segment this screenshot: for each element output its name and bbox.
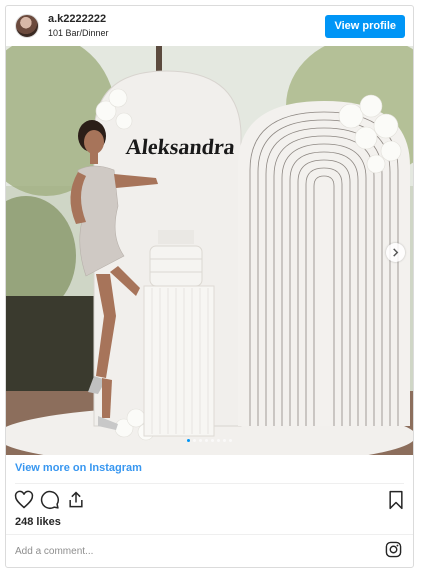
carousel-indicator (6, 439, 413, 442)
avatar[interactable] (15, 14, 39, 38)
carousel-dot (199, 439, 202, 442)
location-subtitle[interactable]: 101 Bar/Dinner (48, 28, 109, 38)
post-image[interactable]: Aleksandra (6, 46, 413, 455)
instagram-icon[interactable] (385, 541, 402, 558)
view-more-link[interactable]: View more on Instagram (15, 462, 142, 474)
instagram-embed-card: a.k2222222 101 Bar/Dinner View profile A… (5, 5, 414, 568)
carousel-dot (205, 439, 208, 442)
divider (6, 534, 413, 535)
next-slide-button[interactable] (386, 243, 405, 262)
likes-count[interactable]: 248 likes (15, 516, 61, 528)
username[interactable]: a.k2222222 (48, 13, 106, 25)
chevron-right-icon (393, 248, 399, 257)
carousel-dot (211, 439, 214, 442)
carousel-dot (223, 439, 226, 442)
heart-icon[interactable] (14, 490, 34, 510)
comment-icon[interactable] (40, 490, 60, 510)
divider (15, 483, 404, 484)
post-header: a.k2222222 101 Bar/Dinner View profile (6, 6, 413, 46)
sign-name-text: Aleksandra (124, 134, 237, 159)
comment-input[interactable] (15, 543, 355, 559)
post-photo (6, 46, 413, 455)
view-profile-button[interactable]: View profile (325, 15, 405, 38)
carousel-dot (229, 439, 232, 442)
share-icon[interactable] (66, 490, 86, 510)
carousel-dot (217, 439, 220, 442)
carousel-dot (193, 439, 196, 442)
carousel-dot (187, 439, 190, 442)
action-bar (6, 488, 413, 514)
bookmark-icon[interactable] (386, 490, 406, 510)
